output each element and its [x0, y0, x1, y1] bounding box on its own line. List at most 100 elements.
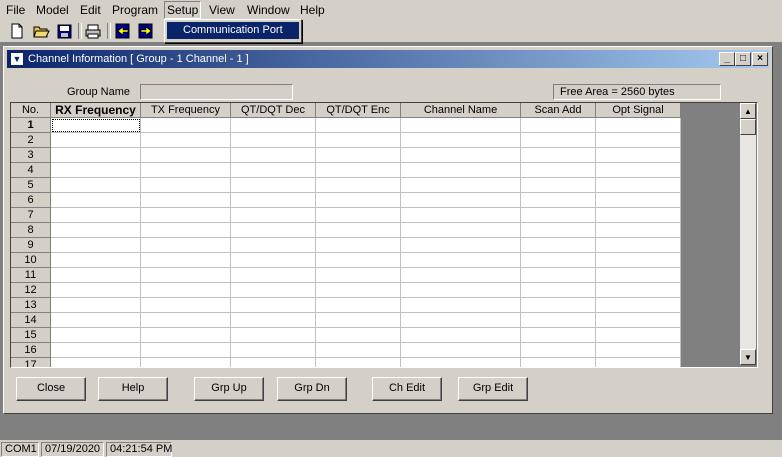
row-number[interactable]: 12: [11, 283, 51, 298]
table-cell[interactable]: [596, 298, 681, 313]
table-cell[interactable]: [401, 283, 521, 298]
table-cell[interactable]: [51, 118, 141, 133]
vertical-scrollbar[interactable]: ▲ ▼: [740, 103, 756, 365]
table-cell[interactable]: [51, 238, 141, 253]
table-cell[interactable]: [141, 283, 231, 298]
table-cell[interactable]: [51, 148, 141, 163]
table-cell[interactable]: [521, 313, 596, 328]
table-cell[interactable]: [596, 208, 681, 223]
table-cell[interactable]: [141, 148, 231, 163]
table-cell[interactable]: [231, 313, 316, 328]
table-cell[interactable]: [231, 163, 316, 178]
row-number[interactable]: 14: [11, 313, 51, 328]
table-cell[interactable]: [316, 313, 401, 328]
table-cell[interactable]: [596, 343, 681, 358]
ch-edit-button[interactable]: Ch Edit: [372, 377, 442, 401]
grp-up-button[interactable]: Grp Up: [194, 377, 264, 401]
table-cell[interactable]: [401, 148, 521, 163]
table-cell[interactable]: [141, 328, 231, 343]
table-cell[interactable]: [316, 268, 401, 283]
scroll-up-icon[interactable]: ▲: [740, 103, 756, 119]
row-number[interactable]: 2: [11, 133, 51, 148]
table-cell[interactable]: [51, 313, 141, 328]
table-cell[interactable]: [521, 358, 596, 367]
table-cell[interactable]: [141, 178, 231, 193]
row-number[interactable]: 17: [11, 358, 51, 367]
row-number[interactable]: 7: [11, 208, 51, 223]
menu-model[interactable]: Model: [34, 3, 71, 18]
table-cell[interactable]: [51, 283, 141, 298]
table-cell[interactable]: [596, 358, 681, 367]
table-cell[interactable]: [51, 328, 141, 343]
table-cell[interactable]: [521, 328, 596, 343]
table-cell[interactable]: [316, 298, 401, 313]
table-cell[interactable]: [521, 298, 596, 313]
table-cell[interactable]: [596, 193, 681, 208]
table-cell[interactable]: [401, 118, 521, 133]
table-cell[interactable]: [316, 343, 401, 358]
read-radio-icon[interactable]: [113, 22, 131, 40]
table-cell[interactable]: [596, 253, 681, 268]
table-cell[interactable]: [231, 148, 316, 163]
grp-edit-button[interactable]: Grp Edit: [458, 377, 528, 401]
table-cell[interactable]: [231, 298, 316, 313]
print-icon[interactable]: [84, 22, 102, 40]
table-cell[interactable]: [231, 118, 316, 133]
table-cell[interactable]: [51, 133, 141, 148]
row-number[interactable]: 6: [11, 193, 51, 208]
menu-help[interactable]: Help: [298, 3, 327, 18]
table-cell[interactable]: [401, 208, 521, 223]
table-cell[interactable]: [231, 358, 316, 367]
table-cell[interactable]: [401, 133, 521, 148]
table-cell[interactable]: [521, 148, 596, 163]
table-cell[interactable]: [51, 178, 141, 193]
col-header-no[interactable]: No.: [11, 103, 51, 118]
table-cell[interactable]: [316, 208, 401, 223]
table-cell[interactable]: [51, 358, 141, 367]
scroll-thumb[interactable]: [740, 119, 756, 135]
table-cell[interactable]: [521, 268, 596, 283]
table-cell[interactable]: [231, 283, 316, 298]
table-cell[interactable]: [596, 223, 681, 238]
table-cell[interactable]: [51, 193, 141, 208]
table-cell[interactable]: [521, 283, 596, 298]
table-cell[interactable]: [316, 223, 401, 238]
table-cell[interactable]: [141, 193, 231, 208]
table-cell[interactable]: [596, 148, 681, 163]
row-number[interactable]: 10: [11, 253, 51, 268]
table-cell[interactable]: [231, 178, 316, 193]
table-cell[interactable]: [596, 328, 681, 343]
table-cell[interactable]: [316, 253, 401, 268]
table-cell[interactable]: [521, 178, 596, 193]
table-cell[interactable]: [521, 223, 596, 238]
row-number[interactable]: 3: [11, 148, 51, 163]
table-cell[interactable]: [521, 118, 596, 133]
table-cell[interactable]: [231, 223, 316, 238]
table-cell[interactable]: [141, 223, 231, 238]
table-cell[interactable]: [521, 133, 596, 148]
table-cell[interactable]: [141, 313, 231, 328]
table-cell[interactable]: [141, 118, 231, 133]
table-cell[interactable]: [521, 163, 596, 178]
row-number[interactable]: 15: [11, 328, 51, 343]
table-cell[interactable]: [51, 163, 141, 178]
table-cell[interactable]: [141, 133, 231, 148]
table-cell[interactable]: [51, 298, 141, 313]
table-cell[interactable]: [596, 313, 681, 328]
table-cell[interactable]: [141, 208, 231, 223]
col-header-rx-frequency[interactable]: RX Frequency: [51, 103, 141, 118]
menu-view[interactable]: View: [207, 3, 237, 18]
table-cell[interactable]: [401, 163, 521, 178]
table-cell[interactable]: [141, 238, 231, 253]
grp-dn-button[interactable]: Grp Dn: [277, 377, 347, 401]
table-cell[interactable]: [596, 178, 681, 193]
table-cell[interactable]: [231, 238, 316, 253]
table-cell[interactable]: [141, 298, 231, 313]
table-cell[interactable]: [401, 298, 521, 313]
table-cell[interactable]: [316, 118, 401, 133]
table-cell[interactable]: [596, 283, 681, 298]
table-cell[interactable]: [141, 253, 231, 268]
table-cell[interactable]: [316, 133, 401, 148]
col-header-tx-frequency[interactable]: TX Frequency: [141, 103, 231, 118]
table-cell[interactable]: [141, 163, 231, 178]
